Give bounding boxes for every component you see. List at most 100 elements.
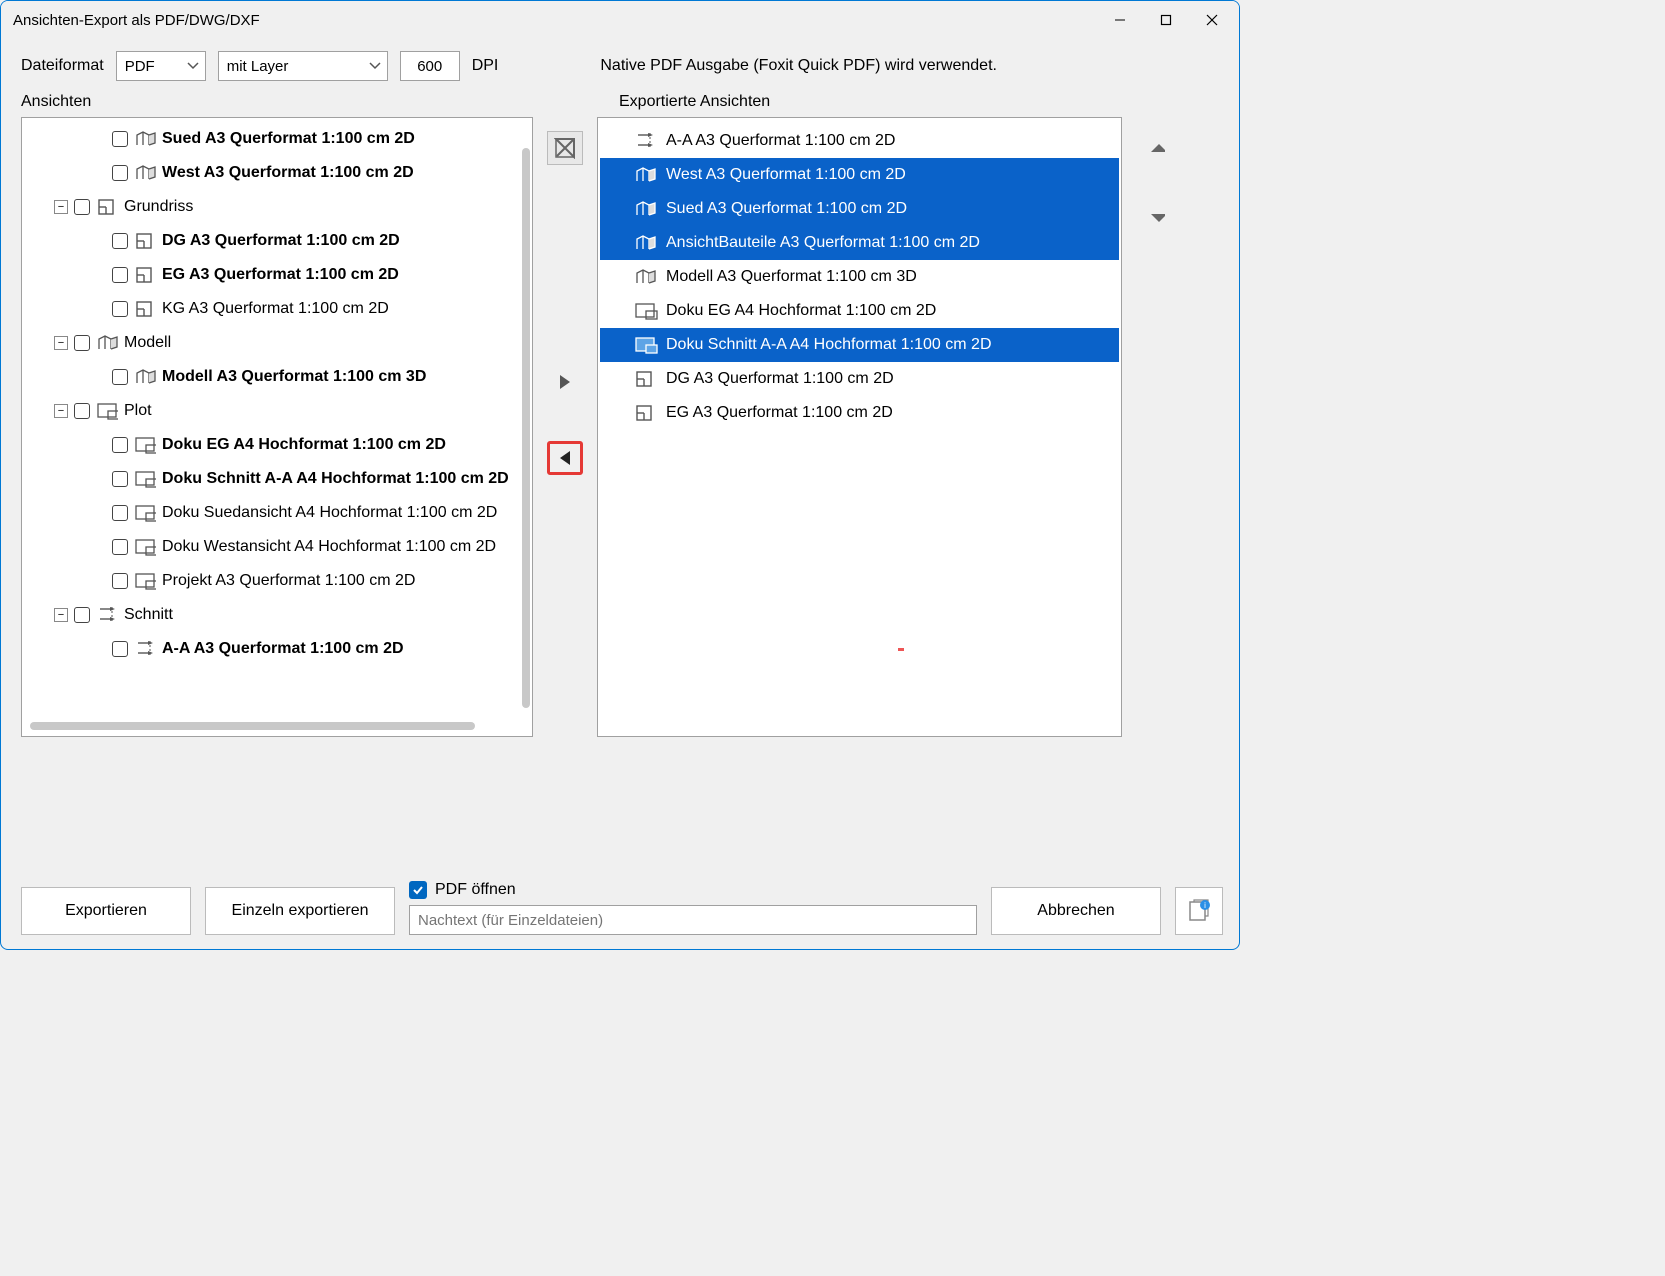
- checkbox[interactable]: [112, 539, 128, 555]
- move-down-button[interactable]: [1143, 207, 1171, 229]
- tree-item-label: EG A3 Querformat 1:100 cm 2D: [162, 266, 399, 284]
- elev-icon: [134, 129, 156, 149]
- plot-icon: [134, 537, 156, 557]
- checkbox[interactable]: [112, 165, 128, 181]
- checkbox[interactable]: [112, 471, 128, 487]
- checkbox[interactable]: [112, 505, 128, 521]
- select-toggle-button[interactable]: [547, 131, 583, 165]
- check-icon: [409, 881, 427, 899]
- tree-group[interactable]: −Plot: [28, 394, 532, 428]
- checkbox[interactable]: [112, 131, 128, 147]
- exported-item[interactable]: DG A3 Querformat 1:100 cm 2D: [600, 362, 1119, 396]
- tree-item-label: Schnitt: [124, 606, 173, 624]
- exported-item-label: DG A3 Querformat 1:100 cm 2D: [664, 369, 896, 389]
- checkbox[interactable]: [112, 267, 128, 283]
- plan-icon: [634, 369, 660, 389]
- maximize-button[interactable]: [1143, 4, 1189, 36]
- single-export-options: PDF öffnen: [409, 881, 977, 935]
- exported-item[interactable]: EG A3 Querformat 1:100 cm 2D: [600, 396, 1119, 430]
- move-up-button[interactable]: [1143, 137, 1171, 159]
- exported-item-label: EG A3 Querformat 1:100 cm 2D: [664, 403, 895, 423]
- elev-icon: [634, 233, 660, 253]
- exported-item[interactable]: Doku Schnitt A-A A4 Hochformat 1:100 cm …: [600, 328, 1119, 362]
- tree-item-label: West A3 Querformat 1:100 cm 2D: [162, 164, 414, 182]
- exported-list[interactable]: A-A A3 Querformat 1:100 cm 2D West A3 Que…: [600, 124, 1119, 730]
- dpi-input[interactable]: [400, 51, 460, 81]
- export-button[interactable]: Exportieren: [21, 887, 191, 935]
- tree-item[interactable]: KG A3 Querformat 1:100 cm 2D: [28, 292, 532, 326]
- checkbox[interactable]: [74, 199, 90, 215]
- tree-item-label: Sued A3 Querformat 1:100 cm 2D: [162, 130, 415, 148]
- tree-item[interactable]: Doku Westansicht A4 Hochformat 1:100 cm …: [28, 530, 532, 564]
- close-button[interactable]: [1189, 4, 1235, 36]
- exported-item[interactable]: West A3 Querformat 1:100 cm 2D: [600, 158, 1119, 192]
- checkbox[interactable]: [112, 437, 128, 453]
- checkbox[interactable]: [74, 335, 90, 351]
- add-to-export-button[interactable]: [547, 365, 583, 399]
- checkbox[interactable]: [74, 403, 90, 419]
- dpi-label: DPI: [472, 57, 499, 75]
- tree-item-label: Doku Schnitt A-A A4 Hochformat 1:100 cm …: [162, 470, 509, 488]
- tree-group[interactable]: −Modell: [28, 326, 532, 360]
- tree-item-label: DG A3 Querformat 1:100 cm 2D: [162, 232, 400, 250]
- tree-item[interactable]: EG A3 Querformat 1:100 cm 2D: [28, 258, 532, 292]
- tree-item[interactable]: Modell A3 Querformat 1:100 cm 3D: [28, 360, 532, 394]
- format-select[interactable]: PDF: [116, 51, 206, 81]
- titlebar: Ansichten-Export als PDF/DWG/DXF: [1, 1, 1239, 39]
- layer-select[interactable]: mit Layer: [218, 51, 388, 81]
- export-dialog: Ansichten-Export als PDF/DWG/DXF Dateifo…: [0, 0, 1240, 950]
- exported-item[interactable]: Sued A3 Querformat 1:100 cm 2D: [600, 192, 1119, 226]
- checkbox[interactable]: [74, 607, 90, 623]
- collapse-toggle[interactable]: −: [54, 404, 68, 418]
- views-tree[interactable]: Sued A3 Querformat 1:100 cm 2D West A3 Qu…: [22, 118, 532, 718]
- views-heading: Ansichten: [21, 93, 561, 111]
- export-single-button[interactable]: Einzeln exportieren: [205, 887, 395, 935]
- plot-icon: [96, 401, 118, 421]
- tree-group[interactable]: − Grundriss: [28, 190, 532, 224]
- exported-item-label: West A3 Querformat 1:100 cm 2D: [664, 165, 908, 185]
- tree-scrollbar-horizontal[interactable]: [30, 720, 524, 732]
- plot-icon: [134, 469, 156, 489]
- model-icon: [134, 367, 156, 387]
- tree-item[interactable]: DG A3 Querformat 1:100 cm 2D: [28, 224, 532, 258]
- tree-item-label: Grundriss: [124, 198, 193, 216]
- checkbox[interactable]: [112, 369, 128, 385]
- views-tree-panel: Sued A3 Querformat 1:100 cm 2D West A3 Qu…: [21, 117, 533, 737]
- checkbox[interactable]: [112, 233, 128, 249]
- collapse-toggle[interactable]: −: [54, 200, 68, 214]
- tree-item-label: Modell A3 Querformat 1:100 cm 3D: [162, 368, 426, 386]
- suffix-input[interactable]: [409, 905, 977, 935]
- tree-scrollbar-vertical[interactable]: [522, 148, 530, 708]
- tree-group[interactable]: − Schnitt: [28, 598, 532, 632]
- checkbox[interactable]: [112, 641, 128, 657]
- exported-item[interactable]: AnsichtBauteile A3 Querformat 1:100 cm 2…: [600, 226, 1119, 260]
- section-icon: [96, 605, 118, 625]
- plan-icon: [134, 231, 156, 251]
- reorder-column: [1128, 117, 1186, 489]
- exported-item[interactable]: Doku EG A4 Hochformat 1:100 cm 2D: [600, 294, 1119, 328]
- checkbox[interactable]: [112, 573, 128, 589]
- tree-item[interactable]: Doku EG A4 Hochformat 1:100 cm 2D: [28, 428, 532, 462]
- tree-item[interactable]: Doku Schnitt A-A A4 Hochformat 1:100 cm …: [28, 462, 532, 496]
- open-pdf-checkbox[interactable]: PDF öffnen: [409, 881, 977, 899]
- tree-item-label: Doku Suedansicht A4 Hochformat 1:100 cm …: [162, 504, 497, 522]
- collapse-toggle[interactable]: −: [54, 336, 68, 350]
- tree-item[interactable]: A-A A3 Querformat 1:100 cm 2D: [28, 632, 532, 666]
- tree-item[interactable]: Sued A3 Querformat 1:100 cm 2D: [28, 122, 532, 156]
- cancel-button[interactable]: Abbrechen: [991, 887, 1161, 935]
- section-icon: [134, 639, 156, 659]
- checkbox[interactable]: [112, 301, 128, 317]
- exported-list-panel: A-A A3 Querformat 1:100 cm 2D West A3 Que…: [597, 117, 1122, 737]
- tree-item[interactable]: West A3 Querformat 1:100 cm 2D: [28, 156, 532, 190]
- help-button[interactable]: i: [1175, 887, 1223, 935]
- plot-icon: [134, 435, 156, 455]
- remove-from-export-button[interactable]: [547, 441, 583, 475]
- collapse-toggle[interactable]: −: [54, 608, 68, 622]
- tree-item[interactable]: Doku Suedansicht A4 Hochformat 1:100 cm …: [28, 496, 532, 530]
- exported-item[interactable]: A-A A3 Querformat 1:100 cm 2D: [600, 124, 1119, 158]
- exported-item[interactable]: Modell A3 Querformat 1:100 cm 3D: [600, 260, 1119, 294]
- exported-item-label: Doku EG A4 Hochformat 1:100 cm 2D: [664, 301, 938, 321]
- bottom-bar: Exportieren Einzeln exportieren PDF öffn…: [1, 871, 1239, 949]
- tree-item[interactable]: Projekt A3 Querformat 1:100 cm 2D: [28, 564, 532, 598]
- minimize-button[interactable]: [1097, 4, 1143, 36]
